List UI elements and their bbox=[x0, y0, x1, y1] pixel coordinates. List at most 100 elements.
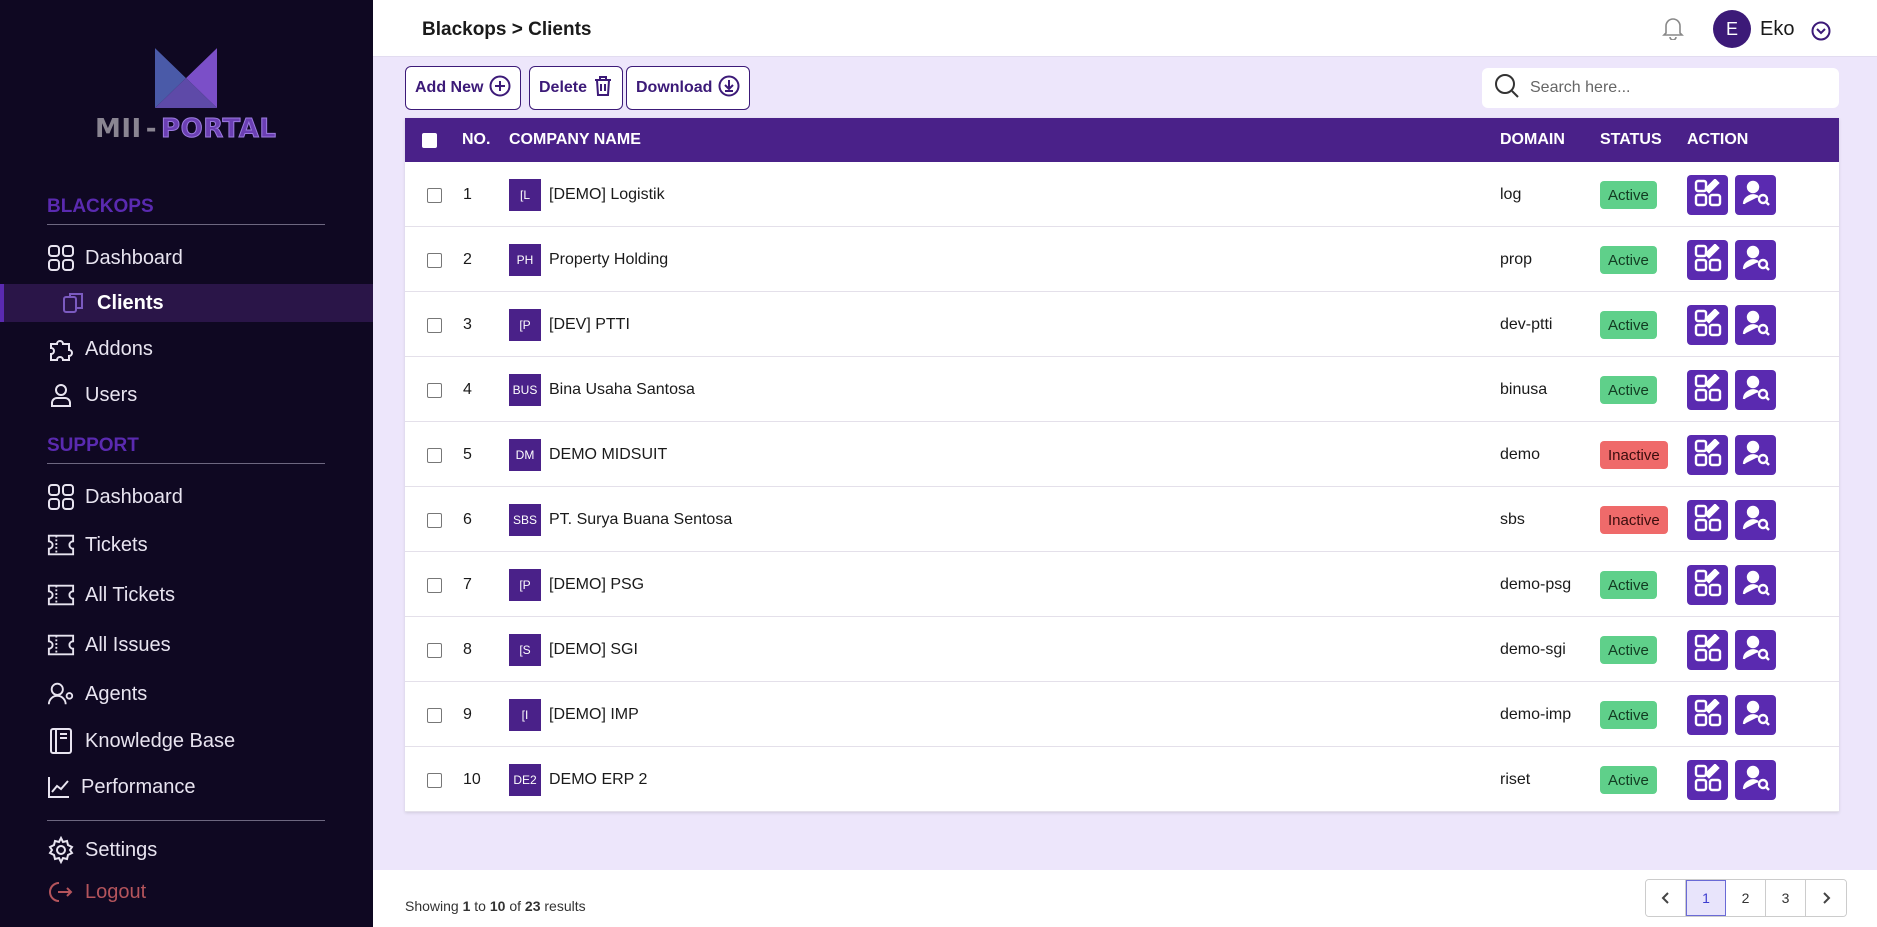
edit-grid-icon bbox=[1694, 632, 1722, 667]
edit-grid-icon bbox=[1694, 307, 1722, 342]
row-checkbox[interactable] bbox=[427, 383, 442, 398]
company-badge: SBS bbox=[509, 504, 541, 536]
chevron-down-icon[interactable] bbox=[1811, 21, 1831, 46]
user-name[interactable]: Eko bbox=[1760, 18, 1794, 41]
table-footer: Showing 1 to 10 of 23 results 1 2 3 bbox=[373, 870, 1877, 927]
edit-addons-button[interactable] bbox=[1687, 565, 1728, 605]
company-domain: demo-sgi bbox=[1500, 641, 1566, 658]
sidebar-item-addons[interactable]: Addons bbox=[47, 331, 153, 367]
row-number: 7 bbox=[463, 576, 472, 593]
edit-addons-button[interactable] bbox=[1687, 630, 1728, 670]
add-new-button[interactable]: Add New bbox=[405, 66, 522, 110]
row-number: 2 bbox=[463, 251, 472, 268]
table-row: 4 BUS Bina Usaha Santosa binusa Active bbox=[405, 357, 1839, 422]
view-users-button[interactable] bbox=[1735, 435, 1776, 475]
sidebar-item-label: Performance bbox=[81, 775, 196, 798]
edit-addons-button[interactable] bbox=[1687, 435, 1728, 475]
page-button-3[interactable]: 3 bbox=[1766, 880, 1806, 916]
company-badge: DE2 bbox=[509, 764, 541, 796]
page-button-2[interactable]: 2 bbox=[1726, 880, 1766, 916]
col-action: ACTION bbox=[1687, 131, 1749, 148]
grid-icon bbox=[47, 483, 75, 511]
user-search-icon bbox=[1742, 309, 1770, 342]
view-users-button[interactable] bbox=[1735, 630, 1776, 670]
view-users-button[interactable] bbox=[1735, 370, 1776, 410]
select-all-checkbox[interactable] bbox=[422, 133, 437, 148]
row-checkbox[interactable] bbox=[427, 578, 442, 593]
user-search-icon bbox=[1742, 764, 1770, 797]
view-users-button[interactable] bbox=[1735, 175, 1776, 215]
view-users-button[interactable] bbox=[1735, 305, 1776, 345]
bell-icon[interactable] bbox=[1662, 16, 1684, 45]
table-row: 7 [P [DEMO] PSG demo-psg Active bbox=[405, 552, 1839, 617]
edit-addons-button[interactable] bbox=[1687, 500, 1728, 540]
row-checkbox[interactable] bbox=[427, 773, 442, 788]
company-domain: prop bbox=[1500, 251, 1533, 268]
sidebar-item-support-dashboard[interactable]: Dashboard bbox=[47, 479, 183, 515]
sidebar-item-clients[interactable]: Clients bbox=[0, 284, 373, 322]
row-number: 4 bbox=[463, 381, 472, 398]
edit-addons-button[interactable] bbox=[1687, 305, 1728, 345]
col-company-name[interactable]: COMPANY NAME bbox=[509, 131, 641, 149]
sidebar-item-label: Agents bbox=[85, 682, 148, 705]
edit-addons-button[interactable] bbox=[1687, 240, 1728, 280]
prev-page-button[interactable] bbox=[1646, 880, 1686, 916]
plus-circle-icon bbox=[489, 75, 511, 102]
company-name: [DEMO] IMP bbox=[549, 706, 639, 723]
row-checkbox[interactable] bbox=[427, 253, 442, 268]
delete-button[interactable]: Delete bbox=[529, 66, 624, 110]
row-checkbox[interactable] bbox=[427, 643, 442, 658]
next-page-button[interactable] bbox=[1806, 880, 1846, 916]
sidebar-item-knowledge-base[interactable]: Knowledge Base bbox=[47, 723, 235, 759]
delete-label: Delete bbox=[539, 79, 588, 96]
edit-grid-icon bbox=[1694, 437, 1722, 472]
sidebar-item-agents[interactable]: Agents bbox=[47, 676, 147, 712]
edit-grid-icon bbox=[1694, 567, 1722, 602]
sidebar-item-logout[interactable]: Logout bbox=[47, 874, 146, 910]
col-status[interactable]: STATUS bbox=[1600, 131, 1662, 149]
sidebar-item-label: All Issues bbox=[85, 633, 171, 656]
view-users-button[interactable] bbox=[1735, 565, 1776, 605]
sidebar-item-dashboard[interactable]: Dashboard bbox=[47, 240, 183, 276]
view-users-button[interactable] bbox=[1735, 695, 1776, 735]
row-number: 10 bbox=[463, 771, 481, 788]
download-button[interactable]: Download bbox=[626, 66, 751, 110]
edit-addons-button[interactable] bbox=[1687, 370, 1728, 410]
view-users-button[interactable] bbox=[1735, 500, 1776, 540]
company-name: PT. Surya Buana Sentosa bbox=[549, 511, 733, 528]
table-row: 3 [P [DEV] PTTI dev-ptti Active bbox=[405, 292, 1839, 357]
view-users-button[interactable] bbox=[1735, 760, 1776, 800]
edit-addons-button[interactable] bbox=[1687, 695, 1728, 735]
sidebar-item-performance[interactable]: Performance bbox=[47, 769, 196, 805]
row-checkbox[interactable] bbox=[427, 188, 442, 203]
row-checkbox[interactable] bbox=[427, 448, 442, 463]
table-row: 6 SBS PT. Surya Buana Sentosa sbs Inactive bbox=[405, 487, 1839, 552]
sidebar-item-tickets[interactable]: Tickets bbox=[47, 527, 148, 563]
col-domain[interactable]: DOMAIN bbox=[1500, 131, 1565, 149]
row-checkbox[interactable] bbox=[427, 513, 442, 528]
sidebar-item-all-issues[interactable]: All Issues bbox=[47, 627, 171, 663]
row-checkbox[interactable] bbox=[427, 708, 442, 723]
status-badge: Active bbox=[1600, 571, 1657, 599]
table-row: 10 DE2 DEMO ERP 2 riset Active bbox=[405, 747, 1839, 812]
sidebar-item-settings[interactable]: Settings bbox=[47, 832, 157, 868]
row-checkbox[interactable] bbox=[427, 318, 442, 333]
company-domain: demo-imp bbox=[1500, 706, 1572, 723]
book-icon bbox=[47, 727, 75, 755]
results-summary: Showing 1 to 10 of 23 results bbox=[405, 898, 586, 914]
edit-addons-button[interactable] bbox=[1687, 760, 1728, 800]
avatar[interactable]: E bbox=[1713, 10, 1751, 48]
agent-icon bbox=[47, 680, 75, 708]
edit-grid-icon bbox=[1694, 697, 1722, 732]
col-no[interactable]: NO. bbox=[462, 131, 490, 149]
grid-icon bbox=[47, 244, 75, 272]
sidebar-item-users[interactable]: Users bbox=[47, 377, 137, 413]
page-button-1[interactable]: 1 bbox=[1686, 880, 1726, 916]
view-users-button[interactable] bbox=[1735, 240, 1776, 280]
company-badge: [I bbox=[509, 699, 541, 731]
edit-addons-button[interactable] bbox=[1687, 175, 1728, 215]
search-input[interactable] bbox=[1530, 79, 1820, 97]
company-name: DEMO MIDSUIT bbox=[549, 446, 668, 463]
user-search-icon bbox=[1742, 699, 1770, 732]
sidebar-item-all-tickets[interactable]: All Tickets bbox=[47, 577, 175, 613]
